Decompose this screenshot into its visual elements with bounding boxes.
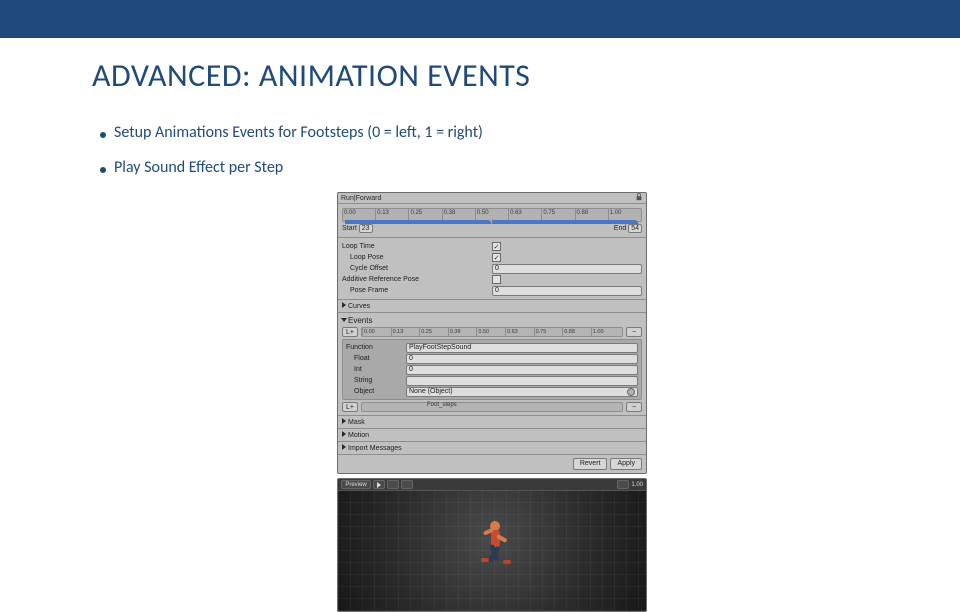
event-detail: Function PlayFootStepSound Float 0 Int 0… xyxy=(342,339,642,400)
loop-pose-label: Loop Pose xyxy=(342,254,492,261)
apply-button[interactable]: Apply xyxy=(610,458,642,470)
event-tick[interactable]: 0.38 xyxy=(448,328,468,336)
start-input[interactable]: 23 xyxy=(359,224,373,233)
function-label: Function xyxy=(346,344,406,351)
preview-viewport[interactable] xyxy=(338,491,646,611)
loop-pose-checkbox[interactable]: ✓ xyxy=(492,253,501,262)
animation-clip-window: Run|Forward 0.00 0.13 0.25 0.38 0.50 0.6… xyxy=(337,192,647,474)
timeline-ticks[interactable]: 0.00 0.13 0.25 0.38 0.50 0.63 0.75 0.88 … xyxy=(342,208,642,222)
cycle-offset-label: Cycle Offset xyxy=(342,265,492,272)
end-label: End xyxy=(614,225,626,232)
loop-time-label: Loop Time xyxy=(342,243,492,250)
window-title: Run|Forward xyxy=(341,195,381,202)
int-label: Int xyxy=(346,366,406,373)
cycle-offset-input[interactable]: 0 xyxy=(492,264,642,274)
play-button[interactable] xyxy=(373,480,385,489)
range-handles[interactable] xyxy=(345,219,639,223)
event-tick[interactable]: 0.88 xyxy=(562,328,582,336)
remove-event-button[interactable]: − xyxy=(626,327,642,337)
end-input[interactable]: 54 xyxy=(628,224,642,233)
bullet-dot-icon xyxy=(100,132,106,138)
event-marker[interactable]: Foot_steps xyxy=(427,402,457,408)
float-input[interactable]: 0 xyxy=(406,354,638,364)
preview-tab[interactable]: Preview xyxy=(341,480,371,489)
remove-event-button-2[interactable]: − xyxy=(626,402,642,412)
clip-range-timeline[interactable]: 0.00 0.13 0.25 0.38 0.50 0.63 0.75 0.88 … xyxy=(338,204,646,238)
mask-label: Mask xyxy=(348,419,365,426)
loop-settings: Loop Time ✓ Loop Pose ✓ Cycle Offset 0 A… xyxy=(338,238,646,300)
events-section: Events L+ 0.00 0.13 0.25 0.38 0.50 0.63 … xyxy=(338,313,646,416)
object-input[interactable]: None (Object) xyxy=(406,387,638,397)
event-tick[interactable]: 0.25 xyxy=(419,328,439,336)
window-titlebar: Run|Forward xyxy=(338,193,646,204)
object-value: None (Object) xyxy=(409,388,453,396)
string-label: String xyxy=(346,377,406,384)
event-tick[interactable]: 0.75 xyxy=(534,328,554,336)
string-input[interactable] xyxy=(406,376,638,386)
import-messages-foldout[interactable]: Import Messages xyxy=(338,442,646,455)
slide-banner xyxy=(0,0,960,38)
title-row: ADVANCED: ANIMATION EVENTS xyxy=(0,38,960,123)
curves-label: Curves xyxy=(348,303,370,310)
chevron-right-icon xyxy=(342,302,346,308)
next-frame-button[interactable] xyxy=(401,480,413,489)
mask-foldout[interactable]: Mask xyxy=(338,416,646,429)
preview-speed[interactable]: 1.00 xyxy=(631,482,643,488)
chevron-down-icon xyxy=(341,318,347,322)
event-tick[interactable]: 0.13 xyxy=(391,328,411,336)
int-input[interactable]: 0 xyxy=(406,365,638,375)
start-end-row: Start 23 End 54 xyxy=(342,225,642,233)
apply-row: Revert Apply xyxy=(338,455,646,473)
event-tick[interactable]: 1.00 xyxy=(591,328,611,336)
chevron-right-icon xyxy=(342,444,346,450)
bullet-text: Setup Animations Events for Footsteps (0… xyxy=(114,123,483,142)
unity-screenshot: Run|Forward 0.00 0.13 0.25 0.38 0.50 0.6… xyxy=(337,192,647,612)
events-timeline[interactable]: 0.00 0.13 0.25 0.38 0.50 0.63 0.75 0.88 … xyxy=(361,327,623,337)
bullet-item: Setup Animations Events for Footsteps (0… xyxy=(100,123,960,142)
additive-ref-label: Additive Reference Pose xyxy=(342,276,492,283)
slide-title: ADVANCED: ANIMATION EVENTS xyxy=(92,56,960,95)
bullets: Setup Animations Events for Footsteps (0… xyxy=(0,123,960,177)
add-event-button-2[interactable]: L+ xyxy=(342,402,358,412)
curves-foldout[interactable]: Curves xyxy=(338,300,646,313)
import-messages-label: Import Messages xyxy=(348,445,402,452)
preview-toolbar: Preview 1.00 xyxy=(338,479,646,491)
object-picker-icon[interactable] xyxy=(627,388,635,396)
add-event-button[interactable]: L+ xyxy=(342,327,358,337)
bullet-text: Play Sound Effect per Step xyxy=(114,158,283,177)
character-preview xyxy=(469,518,515,584)
bullet-dot-icon xyxy=(100,167,106,173)
additive-ref-checkbox[interactable] xyxy=(492,275,501,284)
start-handle-icon[interactable] xyxy=(345,219,492,224)
event-tick[interactable]: 0.00 xyxy=(362,328,382,336)
play-icon xyxy=(377,482,381,488)
bullet-item: Play Sound Effect per Step xyxy=(100,158,960,177)
pose-frame-input[interactable]: 0 xyxy=(492,286,642,296)
motion-foldout[interactable]: Motion xyxy=(338,429,646,442)
object-label: Object xyxy=(346,388,406,395)
float-label: Float xyxy=(346,355,406,362)
view-toggle-button[interactable] xyxy=(617,480,629,489)
end-handle-icon[interactable] xyxy=(492,219,640,224)
events-label: Events xyxy=(348,316,372,325)
animation-preview: Preview 1.00 xyxy=(337,478,647,612)
prev-frame-button[interactable] xyxy=(387,480,399,489)
events-timeline-2[interactable]: Foot_steps xyxy=(361,402,623,412)
revert-button[interactable]: Revert xyxy=(573,458,608,470)
start-label: Start xyxy=(342,225,357,232)
pose-frame-label: Pose Frame xyxy=(342,287,492,294)
lock-icon[interactable] xyxy=(635,193,643,203)
chevron-right-icon xyxy=(342,431,346,437)
event-tick[interactable]: 0.50 xyxy=(476,328,496,336)
loop-time-checkbox[interactable]: ✓ xyxy=(492,242,501,251)
function-input[interactable]: PlayFootStepSound xyxy=(406,343,638,353)
chevron-right-icon xyxy=(342,418,346,424)
motion-label: Motion xyxy=(348,432,369,439)
event-tick[interactable]: 0.63 xyxy=(505,328,525,336)
